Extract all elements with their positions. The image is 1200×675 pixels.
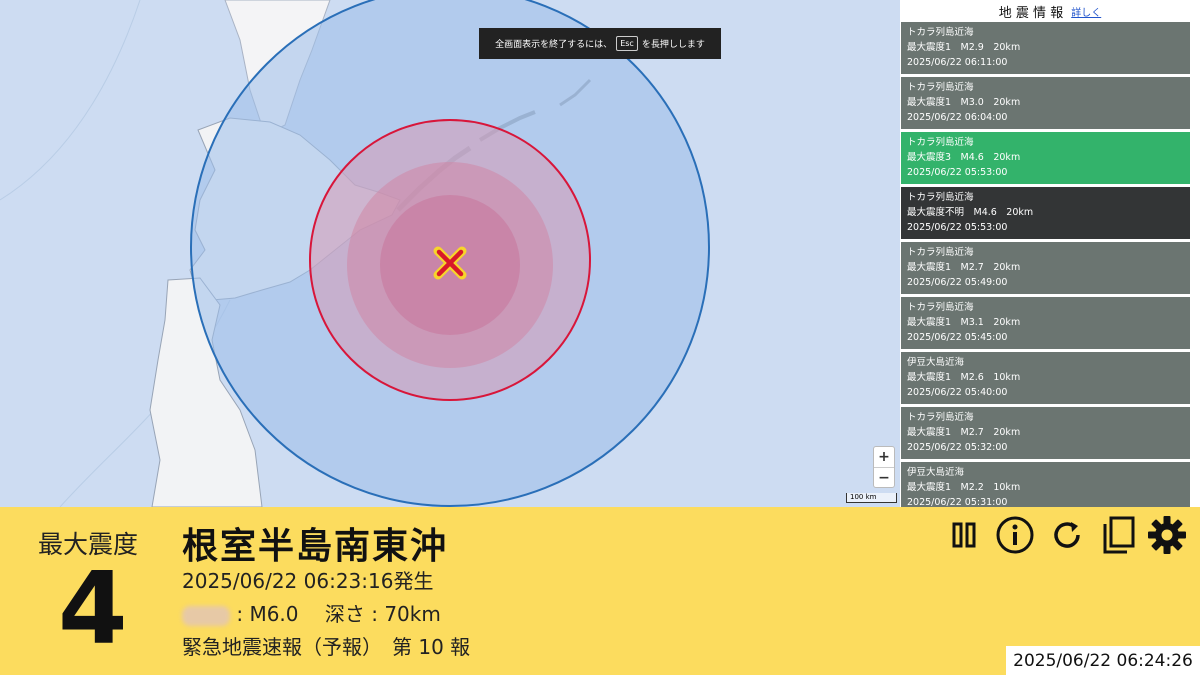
report-number: 緊急地震速報（予報） 第 10 報	[182, 635, 471, 659]
earthquake-detail: 最大震度1 M2.7 20km	[907, 262, 1021, 273]
pause-button[interactable]	[946, 515, 982, 555]
earthquake-time: 2025/06/22 05:31:00	[907, 497, 1008, 507]
toast-text-end: を長押しします	[641, 40, 705, 50]
esc-key-label: Esc	[616, 36, 638, 51]
earthquake-time: 2025/06/22 05:49:00	[907, 277, 1008, 288]
settings-button[interactable]	[1146, 515, 1188, 555]
earthquake-detail: 最大震度1 M2.7 20km	[907, 427, 1021, 438]
reload-icon	[1054, 522, 1080, 548]
earthquake-area: トカラ列島近海	[907, 82, 974, 93]
toast-text: 全画面表示を終了するには、	[495, 40, 613, 50]
earthquake-list-item[interactable]: トカラ列島近海最大震度1 M2.9 20km 2025/06/22 06:11:0…	[901, 22, 1190, 74]
epicenter-region: 根室半島南東沖	[182, 526, 449, 567]
sidebar-title: 地 震 情 報	[998, 5, 1064, 21]
earthquake-list-item[interactable]: 伊豆大島近海最大震度1 M2.2 10km 2025/06/22 05:31:00	[901, 462, 1190, 507]
copy-button[interactable]	[1098, 515, 1140, 555]
earthquake-detail: 最大震度1 M2.6 10km	[907, 372, 1021, 383]
earthquake-area: 伊豆大島近海	[907, 467, 965, 478]
earthquake-time: 2025/06/22 06:11:00	[907, 57, 1008, 68]
pause-icon	[952, 522, 976, 548]
earthquake-time: 2025/06/22 05:53:00	[907, 167, 1008, 178]
earthquake-detail: 最大震度1 M2.2 10km	[907, 482, 1021, 493]
earthquake-area: トカラ列島近海	[907, 137, 974, 148]
map-view[interactable]: 全画面表示を終了するには、 Esc を長押しします + − 100 km	[0, 0, 900, 507]
earthquake-area: トカラ列島近海	[907, 192, 974, 203]
earthquake-detail: 最大震度不明 M4.6 20km	[907, 207, 1034, 218]
earthquake-detail: 最大震度1 M2.9 20km	[907, 42, 1021, 53]
redacted-label	[182, 605, 230, 626]
earthquake-list-item[interactable]: トカラ列島近海最大震度1 M3.0 20km 2025/06/22 06:04:0…	[901, 77, 1190, 129]
earthquake-detail: 最大震度1 M3.0 20km	[907, 97, 1021, 108]
info-button[interactable]	[993, 515, 1037, 555]
earthquake-list-item[interactable]: トカラ列島近海最大震度1 M2.7 20km 2025/06/22 05:49:0…	[901, 242, 1190, 294]
details-link[interactable]: 詳しく	[1071, 4, 1101, 19]
zoom-control: + −	[873, 446, 895, 488]
copy-icon	[1103, 516, 1135, 554]
map-canvas	[0, 0, 900, 507]
zoom-out-button[interactable]: −	[874, 468, 894, 488]
earthquake-info-sidebar: 地 震 情 報 詳しく トカラ列島近海 最大震度1 M2.9 20km 2025/0…	[900, 0, 1200, 507]
reload-button[interactable]	[1047, 515, 1087, 555]
earthquake-time: 2025/06/22 05:45:00	[907, 332, 1008, 343]
earthquake-list-item[interactable]: トカラ列島近海最大震度1 M2.7 20km 2025/06/22 05:32:0…	[901, 407, 1190, 459]
fullscreen-exit-toast: 全画面表示を終了するには、 Esc を長押しします	[479, 28, 721, 59]
earthquake-list-item[interactable]: 伊豆大島近海最大震度1 M2.6 10km 2025/06/22 05:40:00	[901, 352, 1190, 404]
magnitude-depth-line: : M6.0 深さ : 70km	[182, 598, 441, 627]
earthquake-area: 伊豆大島近海	[907, 357, 965, 368]
earthquake-area: トカラ列島近海	[907, 412, 974, 423]
sidebar-header: 地 震 情 報 詳しく	[900, 0, 1200, 22]
earthquake-time: 2025/06/22 06:04:00	[907, 112, 1008, 123]
earthquake-time: 2025/06/22 05:40:00	[907, 387, 1008, 398]
earthquake-detail: 最大震度1 M3.1 20km	[907, 317, 1021, 328]
info-icon	[996, 516, 1034, 554]
earthquake-time: 2025/06/22 05:53:00	[907, 222, 1008, 233]
earthquake-list-item[interactable]: トカラ列島近海最大震度不明 M4.6 20km 2025/06/22 05:53:…	[901, 187, 1190, 239]
earthquake-list-item[interactable]: トカラ列島近海最大震度1 M3.1 20km 2025/06/22 05:45:0…	[901, 297, 1190, 349]
earthquake-detail: 最大震度3 M4.6 20km	[907, 152, 1021, 163]
earthquake-time: 2025/06/22 05:32:00	[907, 442, 1008, 453]
earthquake-area: トカラ列島近海	[907, 302, 974, 313]
zoom-in-button[interactable]: +	[874, 447, 894, 468]
settings-gear-icon	[1148, 516, 1186, 554]
max-intensity-value: 4	[58, 550, 128, 667]
map-scale-bar: 100 km	[846, 493, 897, 503]
earthquake-list-item[interactable]: トカラ列島近海最大震度3 M4.6 20km 2025/06/22 05:53:0…	[901, 132, 1190, 184]
earthquake-area: トカラ列島近海	[907, 247, 974, 258]
earthquake-area: トカラ列島近海	[907, 27, 974, 38]
occurred-time: 2025/06/22 06:23:16発生	[182, 569, 434, 593]
earthquake-list: トカラ列島近海 最大震度1 M2.9 20km 2025/06/22 06:11:0…	[901, 22, 1190, 507]
current-time-clock: 2025/06/22 06:24:26	[1006, 646, 1200, 675]
magnitude-depth: : M6.0 深さ : 70km	[230, 602, 441, 626]
